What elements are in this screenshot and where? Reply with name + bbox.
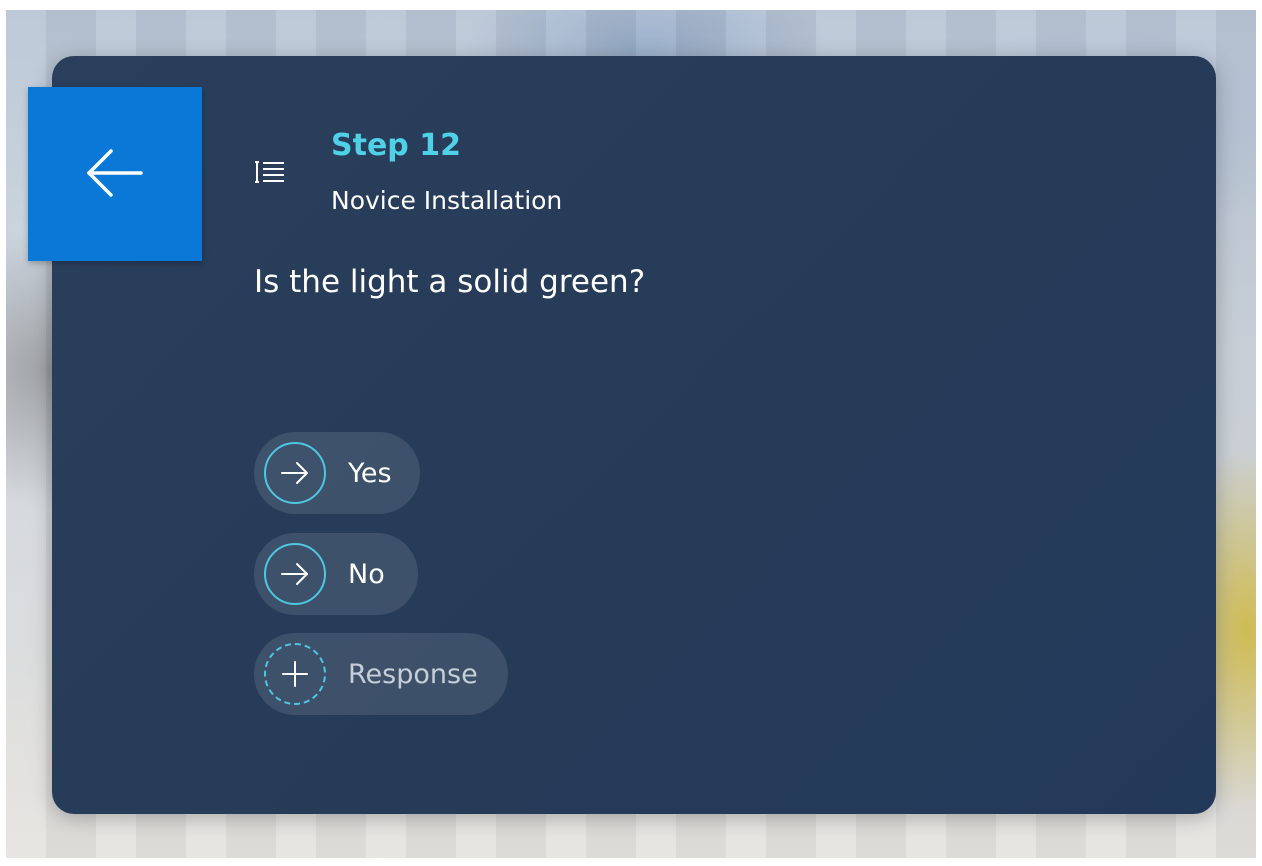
arrow-left-icon (85, 148, 145, 201)
question-text: Is the light a solid green? (254, 264, 646, 300)
arrow-right-icon (264, 442, 326, 504)
steps-list-icon[interactable] (254, 156, 286, 188)
response-label: Yes (348, 457, 392, 489)
back-button[interactable] (28, 87, 202, 261)
arrow-right-icon (264, 543, 326, 605)
response-label: No (348, 558, 385, 590)
response-yes-button[interactable]: Yes (254, 432, 420, 514)
step-title: Step 12 (331, 128, 461, 163)
response-no-button[interactable]: No (254, 533, 418, 615)
plus-icon (264, 643, 326, 705)
add-response-button[interactable]: Response (254, 633, 508, 715)
step-card (52, 56, 1216, 814)
step-subtitle: Novice Installation (331, 186, 563, 215)
add-response-label: Response (348, 658, 478, 690)
